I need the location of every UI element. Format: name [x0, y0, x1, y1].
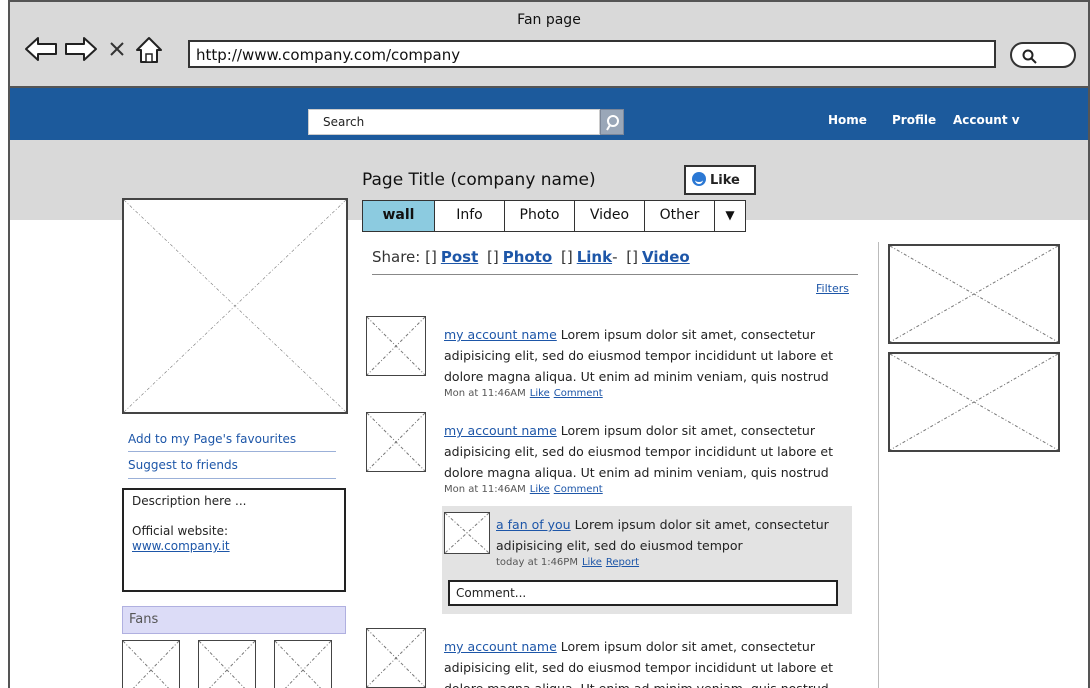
comment-meta: today at 1:46PM Like Report [496, 556, 846, 570]
ad-placeholder[interactable] [888, 352, 1060, 452]
browser-window: Fan page http://www.company.com/company … [8, 0, 1090, 688]
divider [128, 478, 336, 479]
suggest-to-friends-link[interactable]: Suggest to friends [128, 458, 238, 472]
link-checkbox-icon[interactable]: [] [561, 248, 573, 266]
search-icon [606, 115, 619, 131]
fan-avatar[interactable] [198, 640, 256, 688]
share-video-link[interactable]: Video [642, 248, 690, 266]
fan-avatar[interactable] [444, 512, 490, 554]
post-author-link[interactable]: my account name [444, 327, 557, 342]
tab-other[interactable]: Other [645, 201, 715, 231]
home-icon[interactable] [134, 36, 164, 64]
comment-report-link[interactable]: Report [606, 557, 639, 568]
post-comment-link[interactable]: Comment [554, 388, 603, 399]
site-search-button[interactable] [600, 109, 624, 135]
post-meta: Mon at 11:46AM Like Comment [444, 387, 854, 401]
share-bar: Share: [] Post [] Photo [] Link- [] Video [372, 248, 694, 266]
photo-checkbox-icon[interactable]: [] [487, 248, 499, 266]
separator: - [612, 248, 618, 266]
forward-arrow-icon[interactable] [64, 36, 98, 62]
site-search-input[interactable]: Search [308, 109, 600, 135]
website-link[interactable]: www.company.it [132, 539, 336, 554]
browser-chrome: Fan page http://www.company.com/company [10, 2, 1088, 88]
nav-home-link[interactable]: Home [828, 113, 867, 127]
like-page-button[interactable]: Like [684, 165, 756, 195]
post-like-link[interactable]: Like [530, 388, 550, 399]
post-like-link[interactable]: Like [530, 484, 550, 495]
smiley-icon [692, 172, 706, 186]
share-photo-link[interactable]: Photo [503, 248, 552, 266]
nav-account-menu[interactable]: Account v [953, 113, 1020, 127]
page-tabs: wall Info Photo Video Other ▼ [362, 200, 746, 232]
comment-like-link[interactable]: Like [582, 557, 602, 568]
author-avatar[interactable] [366, 412, 426, 472]
tab-info[interactable]: Info [435, 201, 505, 231]
description-box: Description here ... Official website: w… [122, 488, 346, 592]
like-label: Like [710, 173, 740, 188]
wall-post: my account name Lorem ipsum dolor sit am… [444, 636, 854, 688]
search-icon [1022, 49, 1038, 69]
description-text: Description here ... [132, 494, 247, 508]
page-title: Page Title (company name) [362, 170, 596, 190]
address-bar[interactable]: http://www.company.com/company [188, 40, 996, 68]
author-avatar[interactable] [366, 628, 426, 688]
nav-profile-link[interactable]: Profile [892, 113, 936, 127]
tab-photo[interactable]: Photo [505, 201, 575, 231]
filters-link[interactable]: Filters [816, 282, 849, 295]
add-to-favourites-link[interactable]: Add to my Page's favourites [128, 432, 296, 446]
fan-avatar[interactable] [122, 640, 180, 688]
post-comment-link[interactable]: Comment [554, 484, 603, 495]
ad-placeholder[interactable] [888, 244, 1060, 344]
website-label: Official website: [132, 524, 229, 538]
post-author-link[interactable]: my account name [444, 423, 557, 438]
share-post-link[interactable]: Post [441, 248, 478, 266]
comment-time: today at 1:46PM [496, 557, 578, 568]
share-link-link[interactable]: Link [577, 248, 612, 266]
post-checkbox-icon[interactable]: [] [425, 248, 437, 266]
back-arrow-icon[interactable] [24, 36, 58, 62]
share-label: Share: [372, 248, 421, 266]
comment-item: a fan of you Lorem ipsum dolor sit amet,… [496, 514, 846, 570]
profile-picture-placeholder [122, 198, 348, 414]
divider [128, 451, 336, 452]
comment-input[interactable]: Comment... [448, 580, 838, 606]
window-title: Fan page [517, 12, 581, 28]
wall-post: my account name Lorem ipsum dolor sit am… [444, 420, 854, 497]
fans-header: Fans [122, 606, 346, 634]
tab-more-dropdown[interactable]: ▼ [715, 201, 745, 231]
post-author-link[interactable]: my account name [444, 639, 557, 654]
post-time: Mon at 11:46AM [444, 388, 526, 399]
fan-avatar[interactable] [274, 640, 332, 688]
post-meta: Mon at 11:46AM Like Comment [444, 483, 854, 497]
wall-post: my account name Lorem ipsum dolor sit am… [444, 324, 854, 401]
divider [372, 274, 858, 275]
close-icon[interactable] [108, 40, 126, 58]
tab-wall[interactable]: wall [363, 201, 435, 231]
author-avatar[interactable] [366, 316, 426, 376]
video-checkbox-icon[interactable]: [] [626, 248, 638, 266]
post-time: Mon at 11:46AM [444, 484, 526, 495]
comment-author-link[interactable]: a fan of you [496, 517, 571, 532]
divider [878, 242, 879, 688]
browser-search-button[interactable] [1010, 42, 1076, 68]
tab-video[interactable]: Video [575, 201, 645, 231]
